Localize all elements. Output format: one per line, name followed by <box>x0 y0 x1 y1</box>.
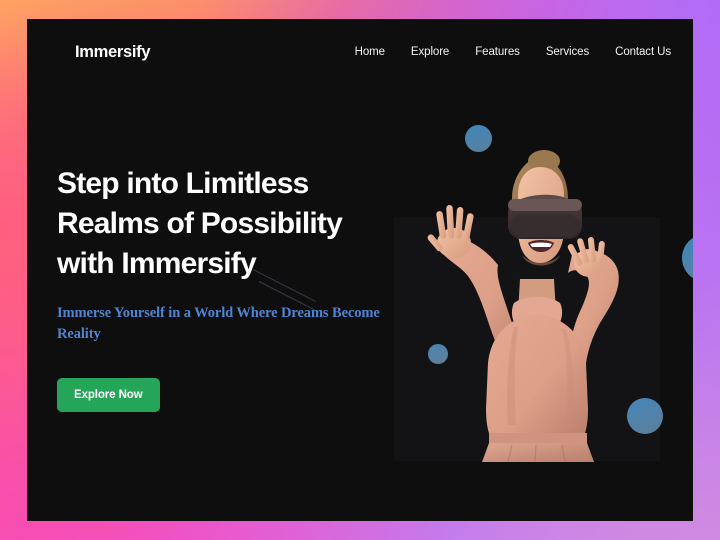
hero-text-block: Step into Limitless Realms of Possibilit… <box>57 164 397 413</box>
nav-link-home[interactable]: Home <box>355 46 385 58</box>
hero-subheadline: Immerse Yourself in a World Where Dreams… <box>57 304 380 343</box>
gradient-frame: Immersify Home Explore Features Services… <box>0 0 720 540</box>
brand-logo[interactable]: Immersify <box>75 43 151 62</box>
hero-headline: Step into Limitless Realms of Possibilit… <box>57 167 343 280</box>
nav-link-explore[interactable]: Explore <box>411 46 449 58</box>
vr-woman-image <box>427 150 619 462</box>
nav-link-services[interactable]: Services <box>546 46 589 58</box>
nav-links: Home Explore Features Services Contact U… <box>355 46 671 58</box>
bubble-right-icon <box>682 234 693 282</box>
explore-now-button[interactable]: Explore Now <box>57 378 160 413</box>
page-card: Immersify Home Explore Features Services… <box>27 19 693 521</box>
nav-link-contact-us[interactable]: Contact Us <box>615 46 671 58</box>
navbar: Immersify Home Explore Features Services… <box>27 19 693 85</box>
nav-link-features[interactable]: Features <box>475 46 520 58</box>
